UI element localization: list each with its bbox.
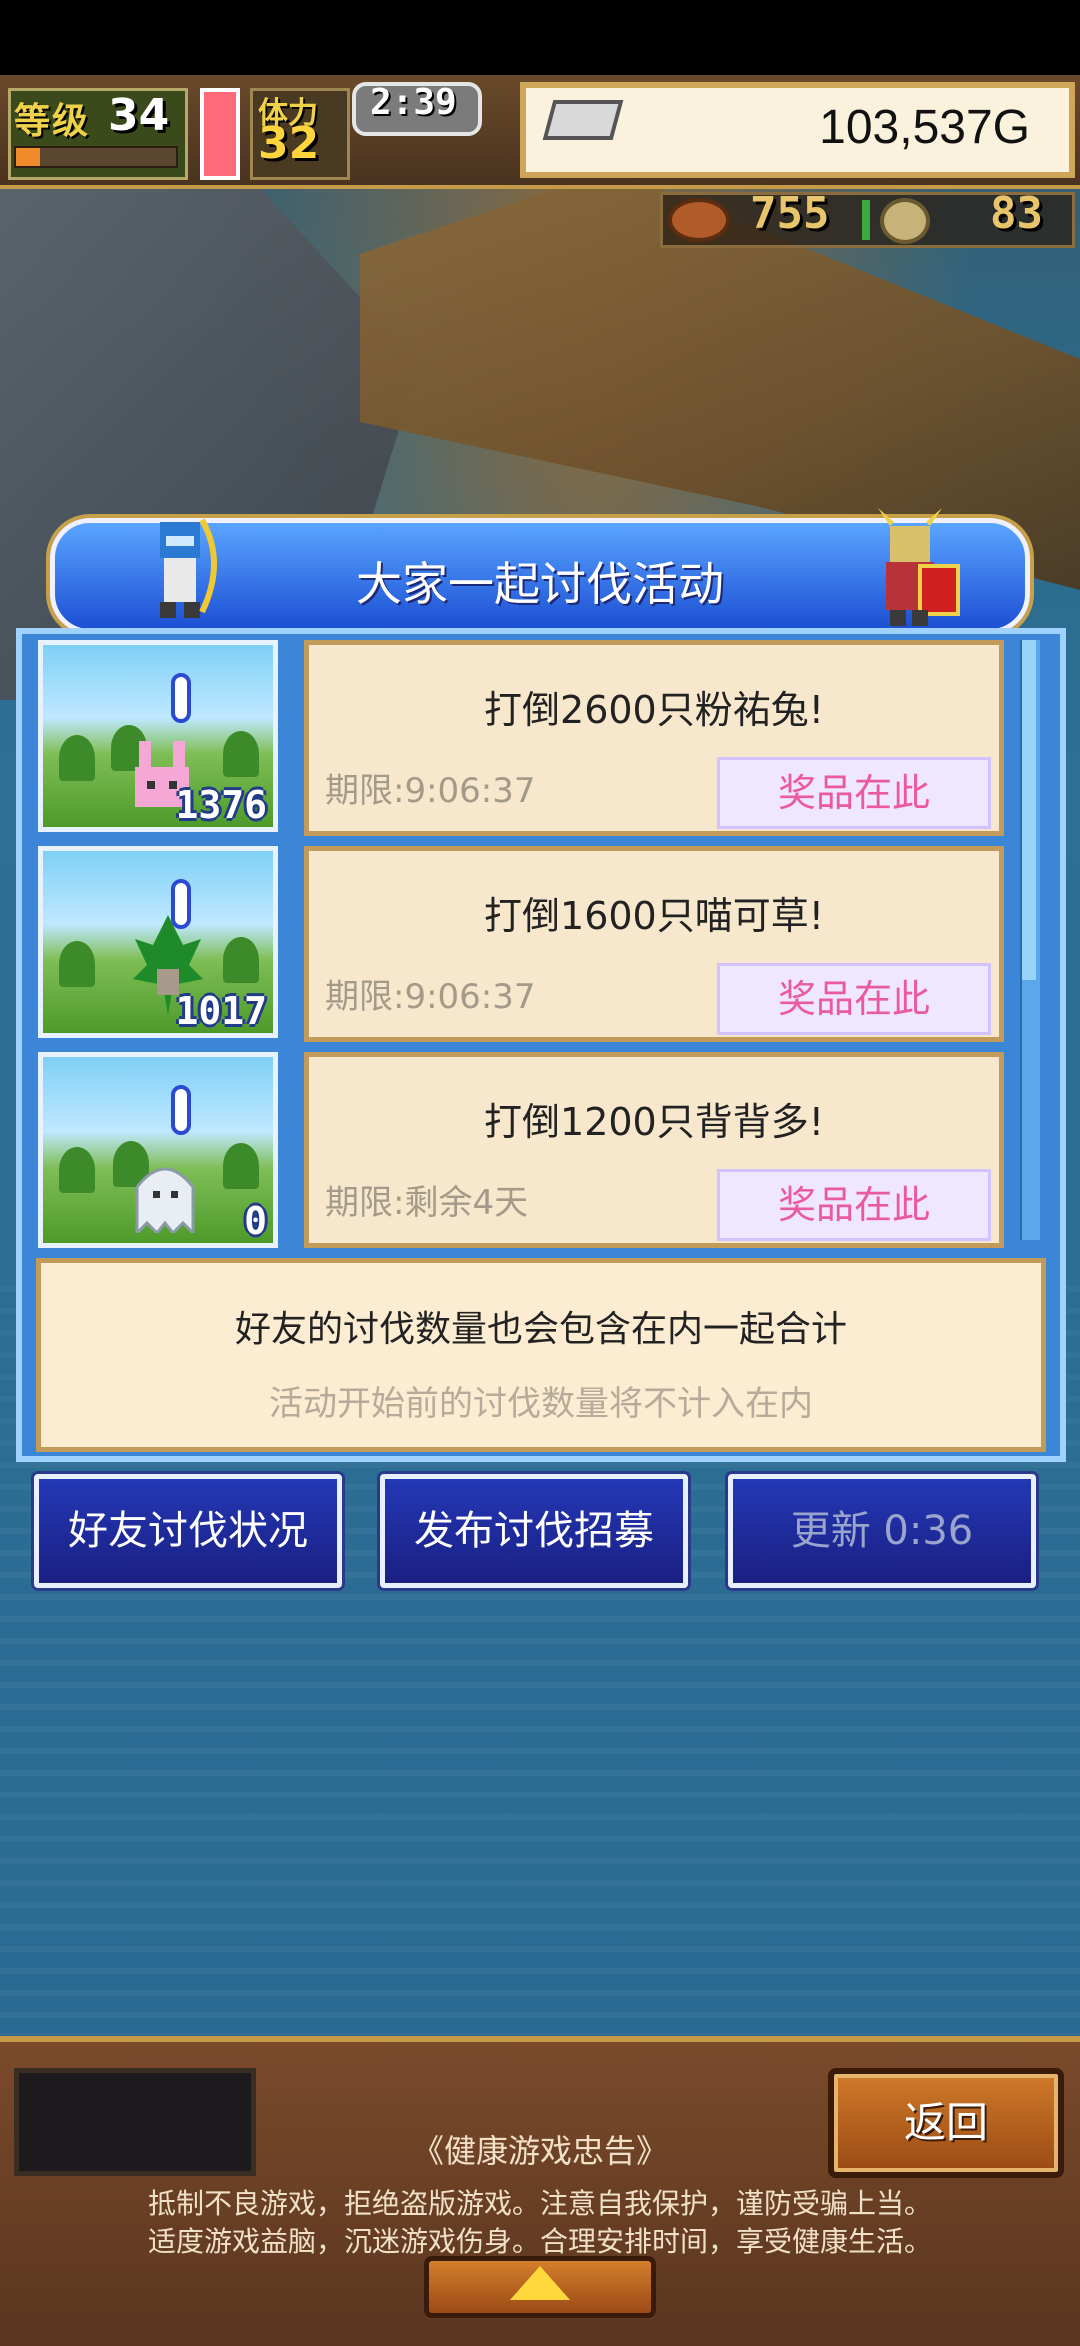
refresh-label: 更新 0:36: [790, 1508, 974, 1554]
arrow-up-icon: [510, 2266, 570, 2300]
stamina-gauge: [200, 88, 240, 180]
gold-amount: 103,537G: [819, 101, 1030, 154]
exp-bar-fill: [16, 148, 40, 166]
prize-button[interactable]: 奖品在此: [717, 1169, 991, 1241]
event-card: 打倒1200只背背多! 期限:剩余4天 奖品在此: [304, 1052, 1004, 1248]
archer-hero-icon: [160, 518, 217, 618]
post-recruit-button[interactable]: 发布讨伐招募: [380, 1474, 688, 1588]
event-card: 打倒2600只粉祐兔! 期限:9:06:37 奖品在此: [304, 640, 1004, 836]
friends-hunt-status-label: 好友讨伐状况: [68, 1508, 308, 1554]
medal-amount: 83: [990, 188, 1043, 239]
event-title: 打倒1200只背背多!: [484, 1100, 824, 1144]
event-thumbnail[interactable]: 0: [38, 1052, 278, 1248]
event-title: 打倒1600只喵可草!: [484, 894, 824, 938]
event-card: 打倒1600只喵可草! 期限:9:06:37 奖品在此: [304, 846, 1004, 1042]
level-label: 等级: [14, 101, 91, 142]
resource-divider: [862, 200, 870, 240]
health-advice-line: 适度游戏益脑，沉迷游戏伤身。合理安排时间，享受健康生活。: [147, 2225, 932, 2258]
knight-hero-icon: [878, 508, 960, 626]
level-value: 34: [108, 90, 170, 141]
note-subtext: 活动开始前的讨伐数量将不计入在内: [269, 1384, 813, 1424]
ghost-monster-icon: [135, 1167, 195, 1233]
post-recruit-label: 发布讨伐招募: [414, 1508, 654, 1554]
note-text: 好友的讨伐数量也会包含在内一起合计: [234, 1309, 847, 1350]
prize-button[interactable]: 奖品在此: [717, 963, 991, 1035]
event-deadline: 期限:9:06:37: [325, 977, 536, 1017]
event-deadline: 期限:剩余4天: [325, 1183, 529, 1223]
event-thumbnail[interactable]: 1376: [38, 640, 278, 832]
meat-icon: [668, 198, 730, 242]
health-advice-line: 抵制不良游戏，拒绝盗版游戏。注意自我保护，谨防受骗上当。: [147, 2187, 932, 2220]
refresh-button[interactable]: 更新 0:36: [728, 1474, 1036, 1588]
gold-bar-icon: [542, 100, 624, 140]
prize-button[interactable]: 奖品在此: [717, 757, 991, 829]
status-bar: [0, 0, 1080, 75]
friends-hunt-status-button[interactable]: 好友讨伐状况: [34, 1474, 342, 1588]
exclamation-icon: [171, 673, 191, 723]
event-kill-count: 1376: [175, 783, 267, 827]
event-deadline: 期限:9:06:37: [325, 771, 536, 811]
timer-text: 2:39: [370, 82, 457, 123]
exclamation-icon: [171, 1085, 191, 1135]
event-title: 打倒2600只粉祐兔!: [484, 688, 824, 732]
event-thumbnail[interactable]: 1017: [38, 846, 278, 1038]
scrollbar-thumb[interactable]: [1022, 640, 1036, 980]
stamina-value: 32: [258, 118, 320, 169]
event-kill-count: 1017: [175, 989, 267, 1033]
health-advice-title: 《健康游戏忠告》: [411, 2132, 668, 2170]
food-amount: 755: [750, 188, 830, 239]
event-kill-count: 0: [244, 1199, 267, 1243]
medal-coin-icon: [880, 198, 930, 244]
